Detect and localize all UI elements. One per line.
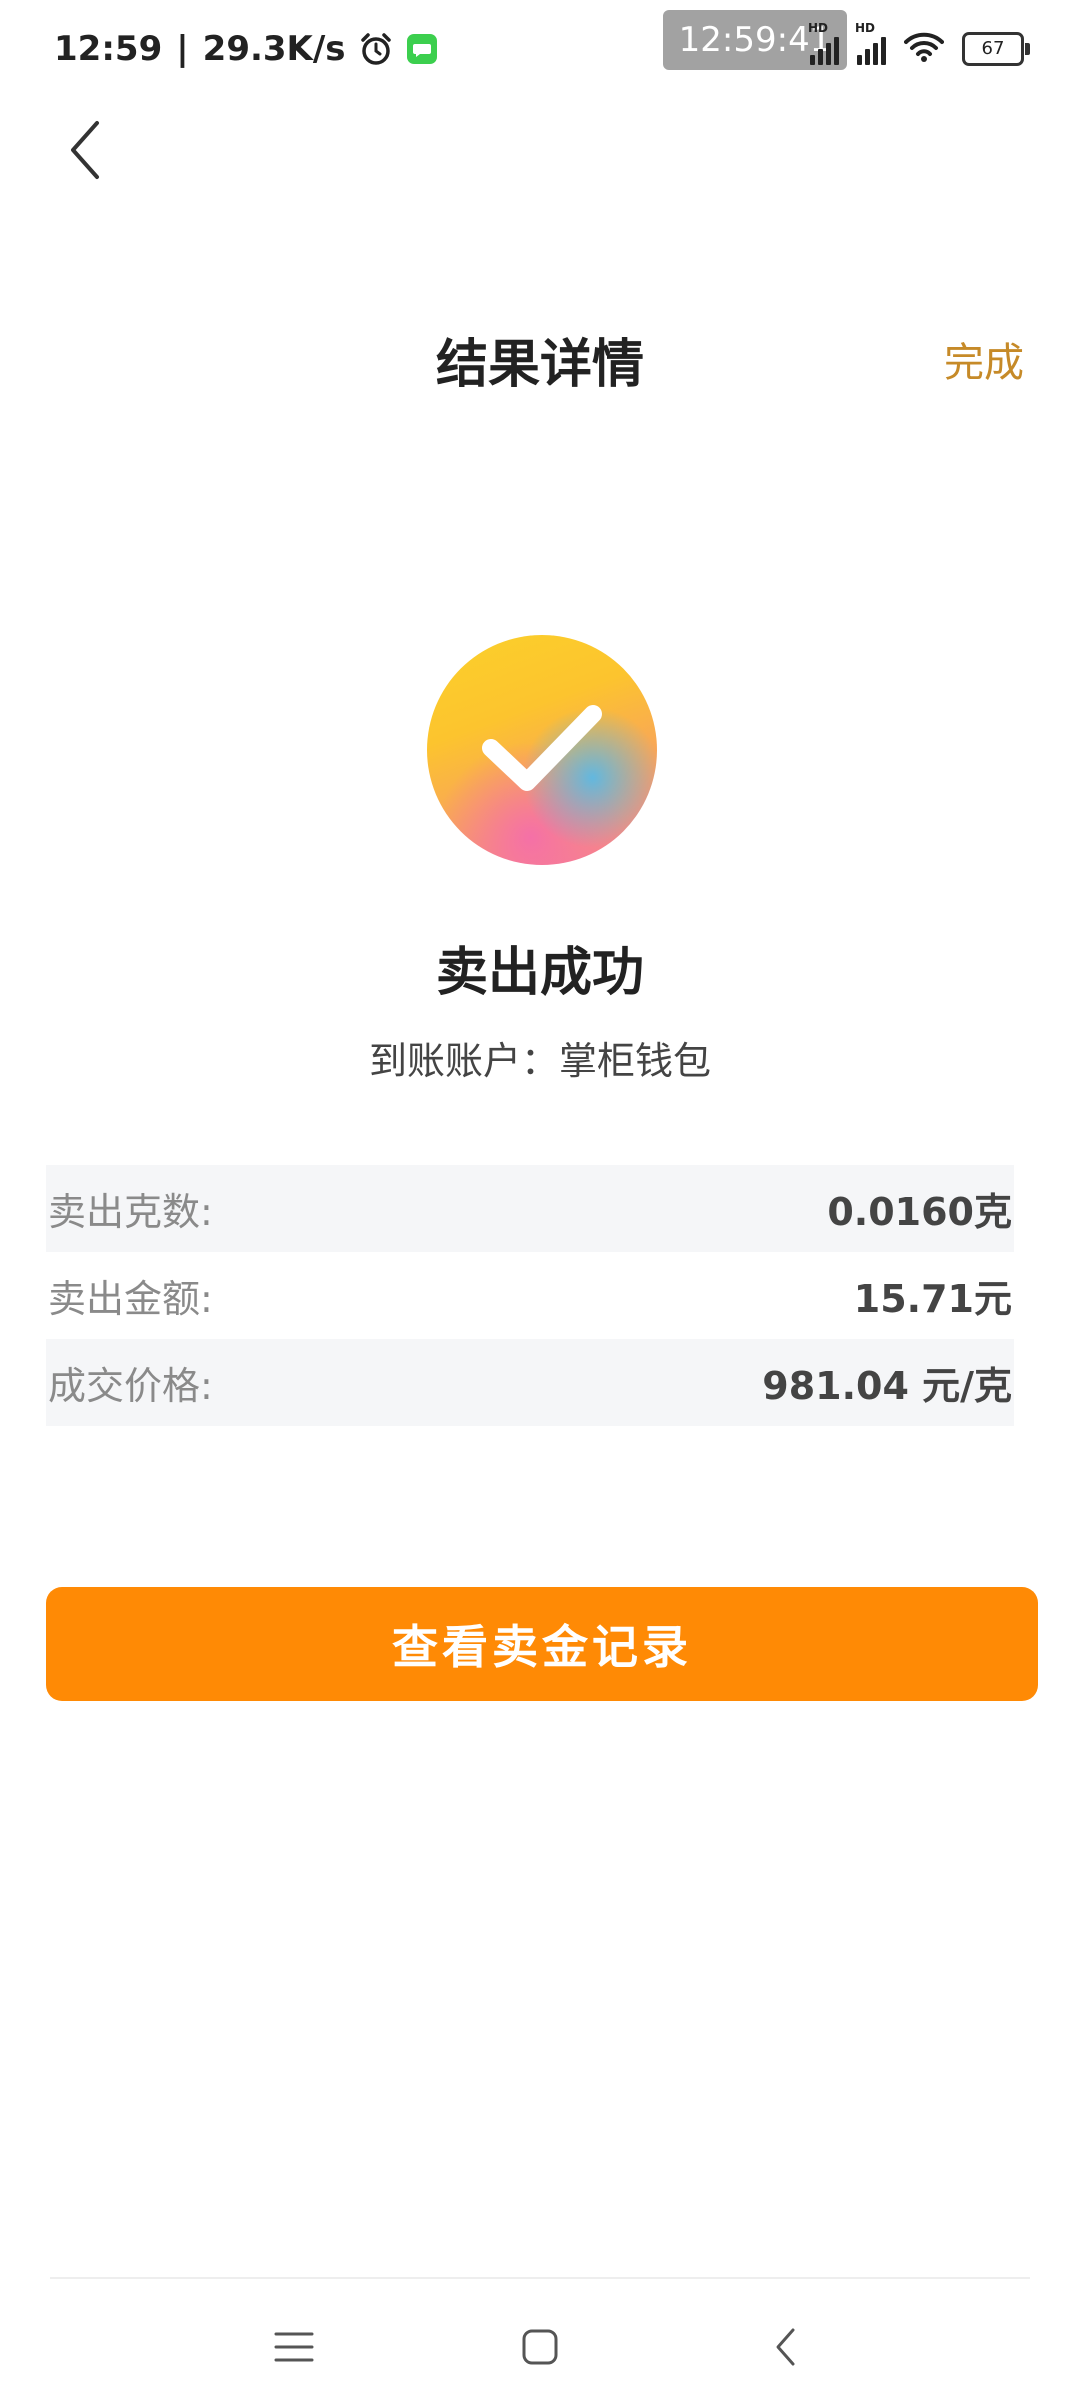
page-title: 结果详情 <box>435 335 644 395</box>
signal-hd-tag: HD <box>808 21 829 35</box>
chevron-left-icon <box>71 121 99 179</box>
detail-row-grams: 卖出克数: 0.0160克 <box>46 1165 1014 1252</box>
details-table: 卖出克数: 0.0160克 卖出金额: 15.71元 成交价格: 981.04 … <box>46 1165 1014 1426</box>
detail-label: 成交价格: <box>48 1364 213 1408</box>
detail-value: 981.04 元/克 <box>762 1364 1012 1408</box>
status-net-speed: 29.3K/s <box>202 29 346 69</box>
signal-hd-tag: HD <box>855 21 876 35</box>
battery-icon: 67 <box>962 32 1030 66</box>
back-icon <box>776 2328 795 2366</box>
back-button[interactable] <box>50 110 120 190</box>
signal-icon: HD <box>808 21 839 65</box>
nav-divider <box>50 2277 1030 2279</box>
detail-value: 15.71元 <box>853 1277 1012 1321</box>
signal-icon: HD <box>855 21 886 65</box>
success-icon <box>427 635 657 865</box>
detail-label: 卖出金额: <box>48 1277 213 1321</box>
system-nav-bar <box>0 2290 1080 2400</box>
status-separator: | <box>176 29 189 69</box>
status-right: HD HD 67 <box>808 21 1030 74</box>
status-bar: 12:59 | 29.3K/s 12:59:41 HD HD 67 <box>0 0 1080 100</box>
done-button[interactable]: 完成 <box>944 330 1024 388</box>
home-button[interactable] <box>500 2312 580 2382</box>
account-line: 到账账户：掌柜钱包 <box>368 1039 711 1083</box>
detail-label: 卖出克数: <box>48 1190 213 1234</box>
wifi-icon <box>904 31 944 67</box>
detail-row-amount: 卖出金额: 15.71元 <box>46 1252 1014 1339</box>
check-icon <box>482 705 602 791</box>
success-title: 卖出成功 <box>435 943 644 1003</box>
status-left: 12:59 | 29.3K/s <box>54 24 438 74</box>
detail-row-price: 成交价格: 981.04 元/克 <box>46 1339 1014 1426</box>
menu-icon <box>274 2332 314 2362</box>
home-icon <box>522 2329 558 2365</box>
alarm-icon <box>358 31 394 67</box>
detail-value: 0.0160克 <box>827 1190 1012 1234</box>
status-time: 12:59 <box>54 29 163 69</box>
message-icon <box>406 33 438 65</box>
menu-button[interactable] <box>254 2312 334 2382</box>
view-sell-records-button[interactable]: 查看卖金记录 <box>46 1587 1038 1701</box>
system-back-button[interactable] <box>746 2312 826 2382</box>
